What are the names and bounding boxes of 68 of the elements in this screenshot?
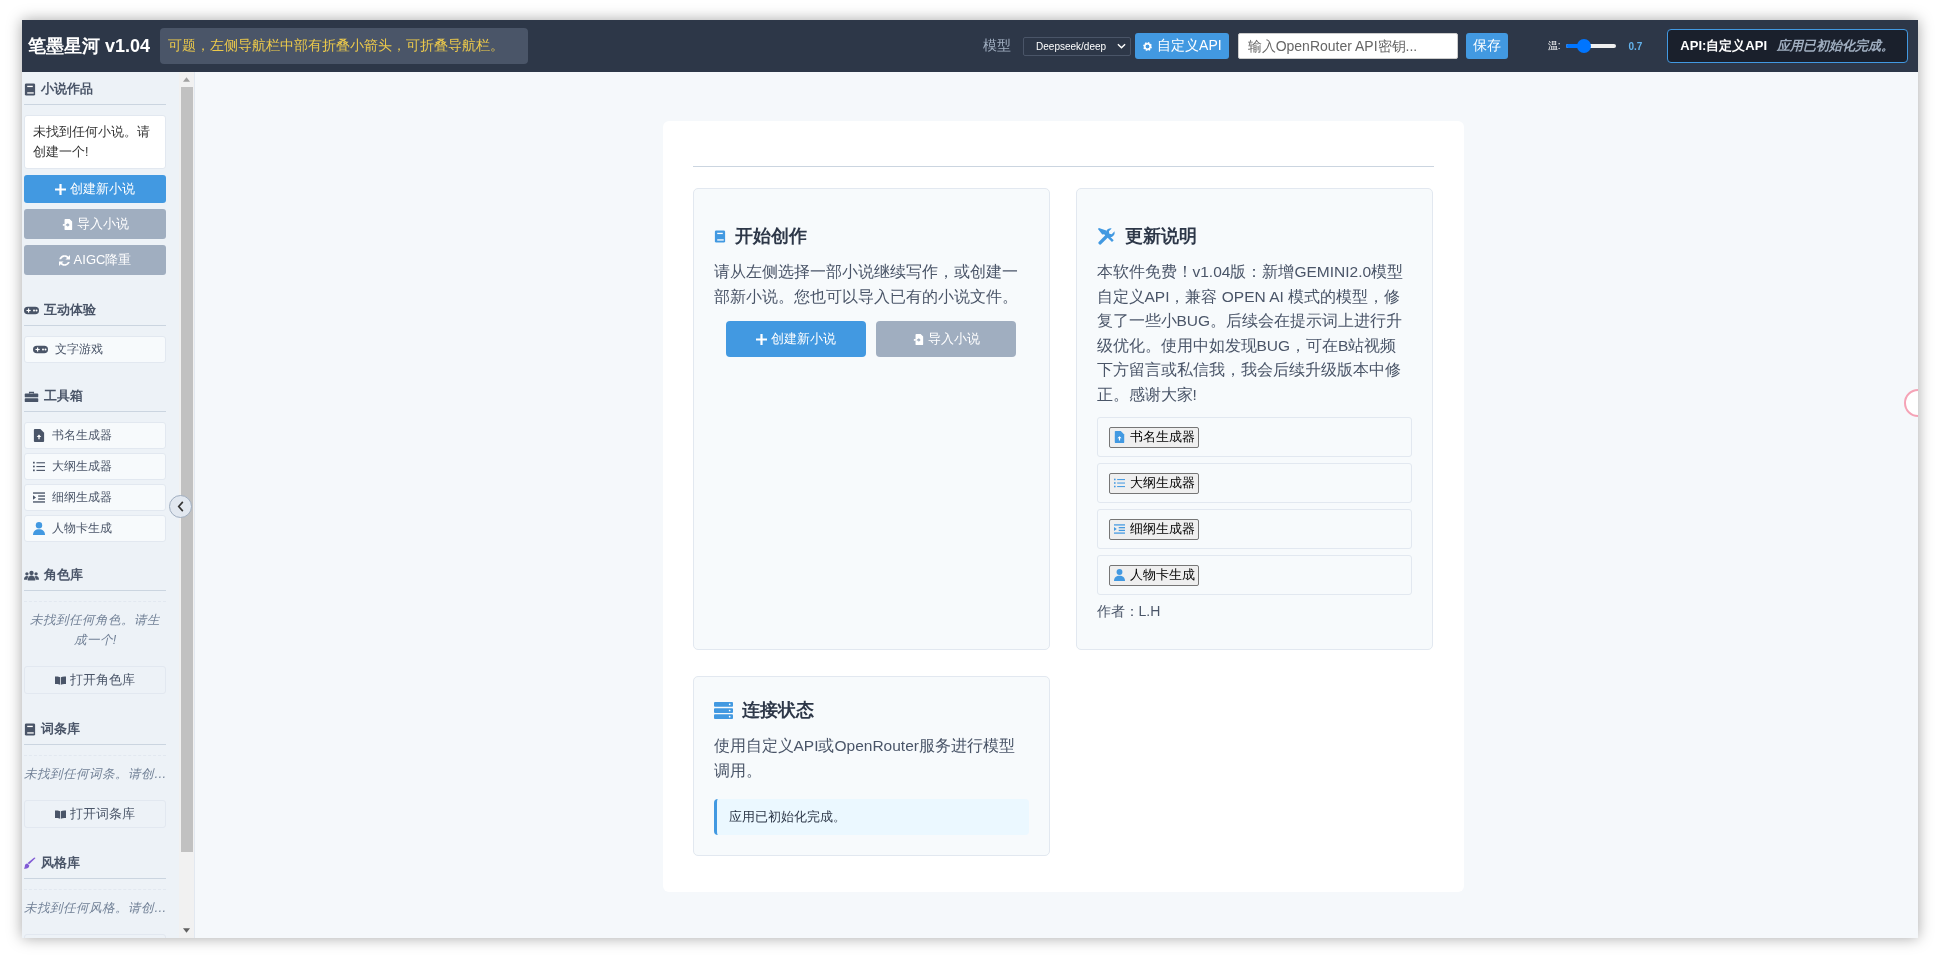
section-heading: 互动体验 [44, 301, 96, 319]
card-icon [713, 700, 733, 720]
temperature-label: 温: [1547, 39, 1561, 53]
open-book-icon [55, 674, 66, 686]
app-title: 笔墨星河 v1.04 [28, 35, 151, 58]
sidebar-button[interactable]: 打开词条库 [24, 800, 166, 828]
scroll-down-icon[interactable] [183, 928, 190, 933]
tool-icon [1113, 431, 1125, 443]
section-icon [24, 569, 39, 581]
section-icon [24, 722, 36, 736]
empty-message: 未找到任何词条。请创… [24, 755, 166, 790]
model-label: 模型 [983, 37, 1012, 55]
section-icon [24, 390, 39, 402]
section-heading: 词条库 [41, 720, 80, 738]
empty-message: 未找到任何角色。请生成一个! [24, 601, 166, 656]
tool-icon [1113, 523, 1125, 535]
chevron-left-icon [176, 501, 185, 512]
tool-button[interactable]: 大纲生成器 [1108, 472, 1199, 494]
item-icon [33, 460, 45, 473]
sidebar-item[interactable]: 文字游戏 [24, 336, 166, 363]
card-icon [1096, 226, 1116, 246]
card-text: 使用自定义API或OpenRouter服务进行模型调用。 [713, 736, 1016, 781]
card-text: 本软件免费！v1.04版：新增GEMINI2.0模型自定义API，兼容 OPEN AI 模式的模型，修复了一些小BUG。后续会在提示词上进行升级优化。使用中如发现BUG，可在B站视频下方留言或私信我，我会后续升级版本中修正。感谢大家! [1096, 262, 1405, 405]
sidebar-button[interactable]: 打开角色库 [24, 666, 166, 694]
sidebar-item[interactable]: 大纲生成器 [24, 453, 166, 480]
empty-message: 未找到任何风格。请创… [24, 889, 166, 924]
tool-icon [1113, 569, 1125, 581]
plus-icon [55, 183, 66, 195]
status-message: 应用已初始化完成。 [1777, 37, 1894, 55]
section-heading: 角色库 [44, 566, 83, 584]
sidebar-item[interactable]: 书名生成器 [24, 422, 166, 449]
tool-button[interactable]: 细纲生成器 [1108, 518, 1199, 540]
refresh-icon [58, 254, 70, 266]
item-icon [33, 522, 45, 535]
notice-banner: 可题，左侧导航栏中部有折叠小箭头，可折叠导航栏。 [160, 28, 529, 64]
open-book-icon [55, 808, 66, 820]
item-icon [33, 429, 45, 442]
settings-icon [1142, 40, 1154, 52]
item-icon [33, 344, 48, 355]
tool-button[interactable]: 书名生成器 [1108, 426, 1199, 448]
section-icon [24, 304, 39, 316]
import-icon [912, 333, 924, 345]
sidebar-item[interactable]: 人物卡生成 [24, 515, 166, 542]
tool-button[interactable]: 人物卡生成 [1108, 564, 1199, 586]
section-heading: 工具箱 [44, 387, 83, 405]
sidebar-item[interactable]: 细纲生成器 [24, 484, 166, 511]
card-title: 连接状态 [741, 699, 814, 722]
api-status-text: API:自定义API [1680, 37, 1767, 55]
status-message: 应用已初始化完成。 [713, 799, 1029, 835]
card-title: 更新说明 [1124, 225, 1197, 248]
item-icon [33, 491, 45, 504]
caret-icon [1117, 43, 1127, 49]
section-heading: 风格库 [41, 854, 80, 872]
temperature-value: 0.7 [1628, 40, 1643, 52]
section-icon [24, 856, 36, 870]
tool-icon [1113, 477, 1125, 489]
import-icon [61, 218, 73, 230]
card-title: 开始创作 [734, 225, 807, 248]
model-select[interactable]: Deepseek/deep [1023, 36, 1132, 56]
card-icon [713, 229, 726, 243]
author-text: 作者：L.H [1096, 603, 1162, 621]
plus-icon [756, 333, 767, 345]
section-icon [24, 82, 36, 96]
api-key-field[interactable]: 输入OpenRouter API密钥... [1237, 33, 1458, 59]
section-heading: 小说作品 [41, 80, 93, 98]
empty-message: 未找到任何小说。请创建一个! [24, 115, 166, 169]
card-text: 请从左侧选择一部小说继续写作，或创建一部新小说。您也可以导入已有的小说文件。 [713, 262, 1019, 307]
temperature-slider[interactable] [1566, 39, 1617, 53]
